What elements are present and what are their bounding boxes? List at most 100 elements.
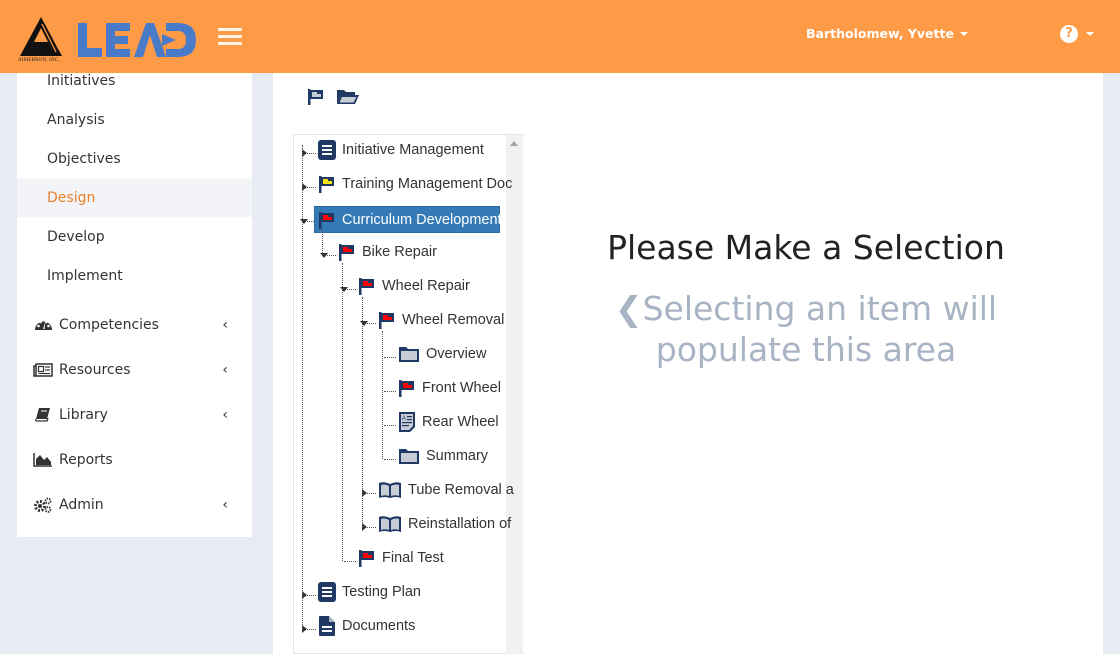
tree-scrollbar[interactable] (506, 135, 523, 654)
dashboard-icon (33, 317, 53, 333)
sidebar-item-label: Admin (59, 496, 104, 513)
newspaper-icon (33, 362, 53, 378)
caret-down-icon (959, 31, 968, 36)
sidebar-item-library[interactable]: Library ‹ (17, 392, 252, 437)
tree-node-label: Bike Repair (362, 244, 437, 260)
sidebar-item-label: Implement (47, 268, 123, 284)
book-open-icon (378, 515, 402, 533)
tree-node-label: Final Test (382, 550, 444, 566)
sidebar: Initiatives Analysis Objectives Design D… (17, 73, 252, 537)
folder-open-icon (337, 90, 359, 104)
tree-connector (344, 561, 356, 562)
file-icon (318, 615, 336, 637)
svg-text:A: A (402, 416, 406, 422)
sidebar-item-label: Competencies (59, 316, 159, 333)
flag-red-icon (398, 378, 416, 398)
tree-node[interactable]: Overview (398, 342, 486, 366)
tree-root-guide-line (302, 145, 303, 629)
open-folder-button[interactable] (336, 88, 360, 110)
folder-icon (398, 345, 420, 363)
tree-guide-line (322, 229, 323, 255)
sidebar-item-competencies[interactable]: Competencies ‹ (17, 302, 252, 347)
tree-guide-line (342, 263, 343, 561)
tree-node-label: Front Wheel (422, 380, 501, 396)
tree-node[interactable]: Initiative Management (318, 138, 484, 162)
chevron-left-icon: ‹ (222, 316, 228, 333)
flag-red-icon (338, 242, 356, 262)
sidebar-item-objectives[interactable]: Objectives (17, 140, 252, 178)
sidebar-item-implement[interactable]: Implement (17, 257, 252, 295)
sidebar-item-resources[interactable]: Resources ‹ (17, 347, 252, 392)
tree-node[interactable]: Final Test (358, 546, 444, 570)
tree-node-label: Documents (342, 618, 416, 634)
help-menu-dropdown[interactable]: ? (1060, 25, 1094, 43)
placeholder-message: ❮Selecting an item will populate this ar… (524, 288, 1088, 370)
tree-node-label: Initiative Management (342, 142, 484, 158)
sidebar-item-label: Objectives (47, 151, 121, 167)
book-icon (33, 407, 53, 423)
sidebar-item-label: Initiatives (47, 73, 116, 89)
tree-node[interactable]: Training Management Doc (318, 172, 512, 196)
tree-node-label: Rear Wheel (422, 414, 499, 430)
flag-red-icon (358, 548, 376, 568)
document-text-icon: A (398, 411, 416, 433)
tree-connector (384, 357, 396, 358)
tree-node[interactable]: Reinstallation of (378, 512, 511, 536)
tree-node-label: Tube Removal a (408, 482, 514, 498)
tree-node-label: Wheel Repair (382, 278, 470, 294)
tree-connector (384, 391, 396, 392)
tree-node[interactable]: Curriculum Development (314, 206, 502, 233)
tree-node[interactable]: Front Wheel (398, 376, 501, 400)
cogs-icon (33, 497, 53, 513)
flag-yellow-icon (318, 174, 336, 194)
tree-connector (384, 425, 396, 426)
question-circle-icon: ? (1060, 25, 1078, 43)
tree-node[interactable]: Wheel Removal (378, 308, 504, 332)
list-doc-icon (318, 582, 336, 602)
flag-icon (308, 89, 323, 105)
chevron-left-icon: ‹ (222, 406, 228, 423)
folder-icon (398, 447, 420, 465)
tree-guide-line (382, 331, 383, 459)
lead-logo[interactable] (78, 21, 198, 59)
tree-node-label: Training Management Doc (342, 176, 513, 192)
tree-node[interactable]: Testing Plan (318, 580, 421, 604)
flag-red-icon (318, 210, 336, 230)
sidebar-item-design[interactable]: Design (17, 179, 252, 217)
chevron-left-icon: ‹ (222, 496, 228, 513)
tree-node[interactable]: A Rear Wheel (398, 410, 499, 434)
sidebar-item-label: Develop (47, 229, 105, 245)
sidebar-item-reports[interactable]: Reports (17, 437, 252, 482)
sidebar-item-label: Reports (59, 451, 113, 468)
placeholder-line-1: Selecting an item will (642, 289, 998, 328)
hamburger-menu-button[interactable] (218, 28, 242, 48)
list-doc-icon (318, 140, 336, 160)
tree-node-label: Summary (426, 448, 489, 464)
flag-red-icon (358, 276, 376, 296)
flag-red-icon (378, 310, 396, 330)
user-name: Bartholomew, Yvette (806, 26, 954, 41)
sidebar-item-label: Design (47, 190, 96, 206)
sidebar-item-develop[interactable]: Develop (17, 218, 252, 256)
tree-node-label: Curriculum Development (342, 211, 502, 228)
add-flag-button[interactable] (307, 88, 325, 110)
tree-node-label: Overview (426, 346, 487, 362)
tree-node[interactable]: Wheel Repair (358, 274, 470, 298)
tree-node[interactable]: Summary (398, 444, 488, 468)
sidebar-item-admin[interactable]: Admin ‹ (17, 482, 252, 527)
caret-down-icon (1086, 32, 1094, 36)
tree-node[interactable]: Documents (318, 614, 415, 638)
tree-node[interactable]: Tube Removal a (378, 478, 514, 502)
chevron-left-icon: ‹ (222, 361, 228, 378)
sidebar-item-label: Library (59, 406, 108, 423)
sidebar-item-initiatives[interactable]: Initiatives (17, 62, 252, 100)
area-chart-icon (33, 452, 53, 468)
placeholder-title: Please Make a Selection (607, 228, 1005, 267)
sidebar-item-label: Analysis (47, 112, 105, 128)
tree-node-label: Testing Plan (342, 584, 421, 600)
tree-guide-line (362, 297, 363, 527)
sidebar-item-analysis[interactable]: Analysis (17, 101, 252, 139)
user-menu-dropdown[interactable]: Bartholomew, Yvette (806, 26, 968, 41)
tree-node[interactable]: Bike Repair (338, 240, 437, 264)
scroll-up-arrow-icon[interactable] (510, 141, 518, 146)
